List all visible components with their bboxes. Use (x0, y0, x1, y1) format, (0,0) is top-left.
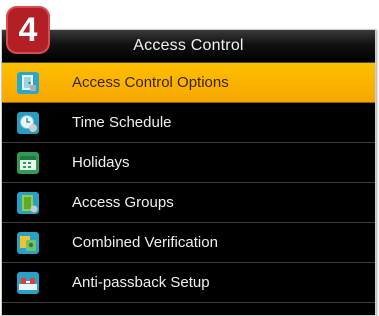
menu-item-label: Combined Verification (72, 234, 218, 251)
device-screen: Access Control Access Control Options Ti… (1, 29, 376, 316)
menu-item-label: Anti-passback Setup (72, 274, 210, 291)
menu-item-label: Holidays (72, 154, 130, 171)
access-control-menu: Access Control Options Time Schedule Hol… (2, 63, 375, 303)
menu-item-anti-passback-setup[interactable]: Anti-passback Setup (2, 263, 375, 303)
clock-schedule-icon (17, 111, 39, 134)
menu-item-combined-verification[interactable]: Combined Verification (2, 223, 375, 263)
menu-item-label: Access Control Options (72, 74, 229, 91)
step-number-badge: 4 (6, 6, 50, 54)
combined-verification-icon (17, 231, 39, 254)
menu-item-time-schedule[interactable]: Time Schedule (2, 103, 375, 143)
door-options-icon (17, 71, 39, 94)
menu-item-holidays[interactable]: Holidays (2, 143, 375, 183)
menu-item-access-control-options[interactable]: Access Control Options (2, 63, 375, 103)
menu-item-access-groups[interactable]: Access Groups (2, 183, 375, 223)
screen-title: Access Control (2, 30, 375, 63)
stage: 4 Access Control Access Control Options (0, 0, 379, 316)
calendar-holiday-icon (17, 151, 39, 174)
menu-item-label: Access Groups (72, 194, 174, 211)
anti-passback-icon (17, 271, 39, 294)
menu-item-label: Time Schedule (72, 114, 172, 131)
access-group-icon (17, 191, 39, 214)
